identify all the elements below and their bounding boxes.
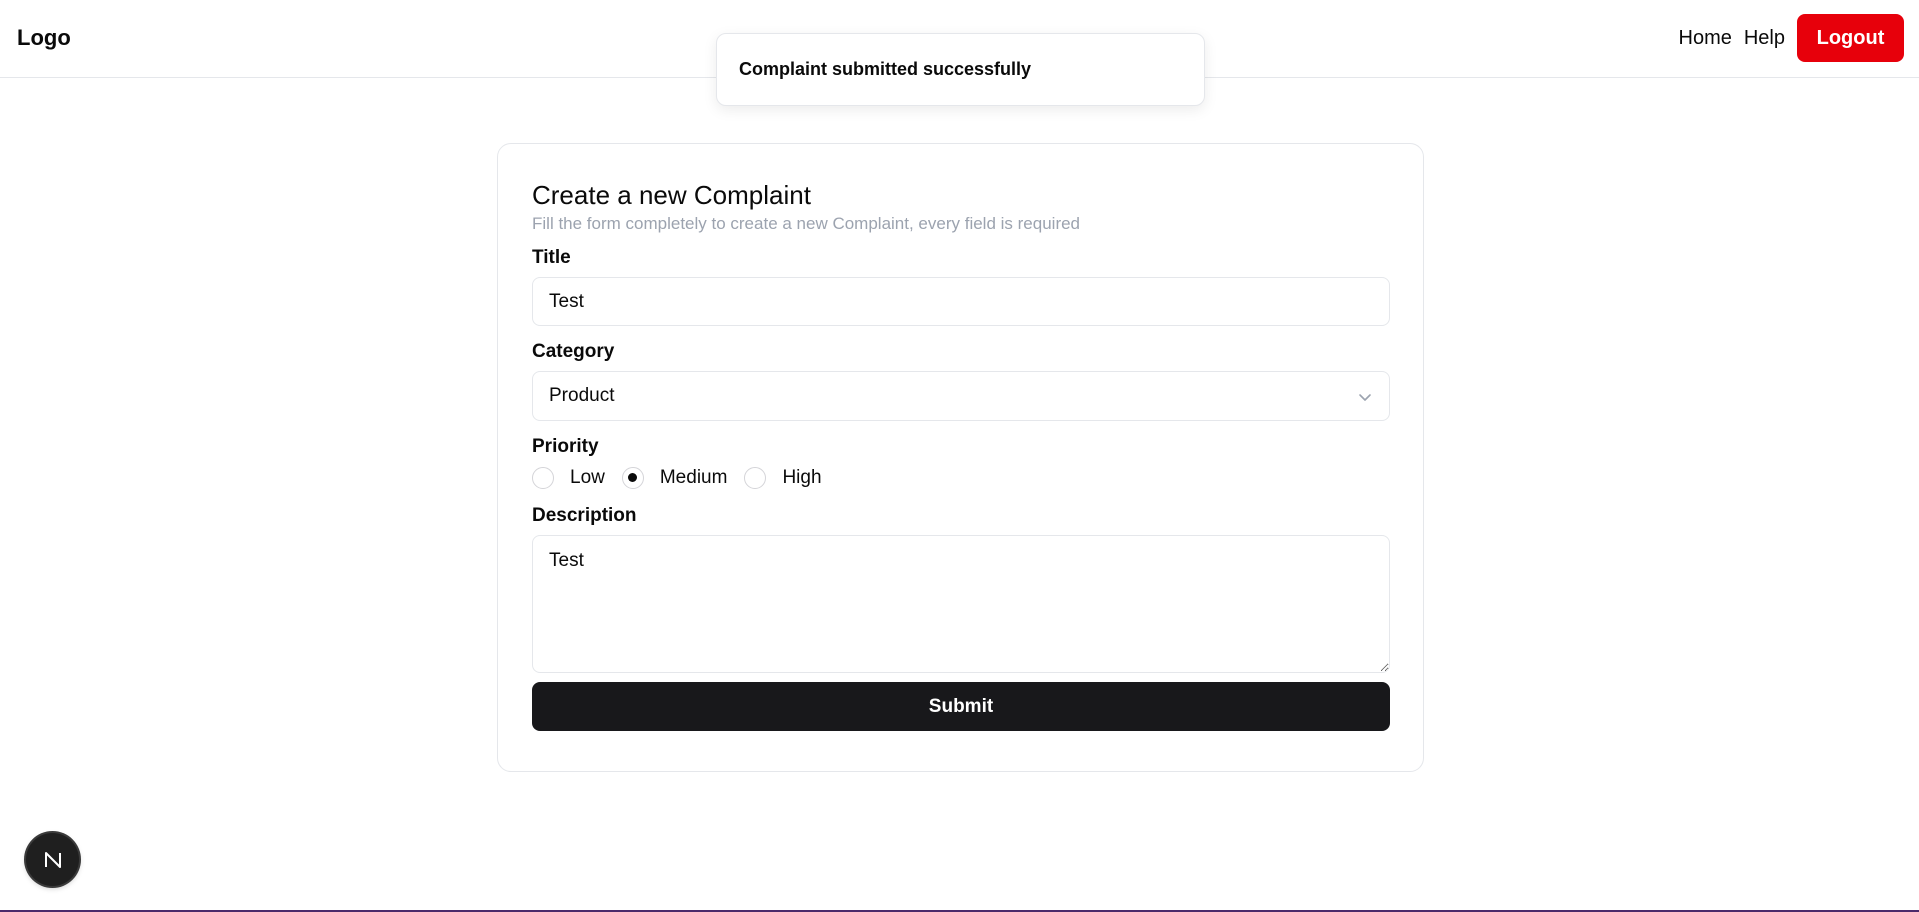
nav-help-link[interactable]: Help [1744, 27, 1785, 50]
complaint-form: Create a new Complaint Fill the form com… [532, 180, 1390, 732]
category-selected-value: Product [549, 385, 615, 407]
priority-label: Priority [532, 436, 599, 458]
priority-option-medium[interactable]: Medium [621, 467, 728, 490]
priority-option-high[interactable]: High [744, 467, 822, 490]
category-select[interactable]: Product [532, 371, 1390, 422]
description-label: Description [532, 505, 637, 527]
priority-radio-group: Low Medium High [532, 466, 1390, 490]
priority-high-label: High [782, 467, 822, 489]
nav-menu: Home Help Logout [1679, 14, 1904, 62]
form-title: Create a new Complaint [532, 180, 811, 210]
nav-home-link[interactable]: Home [1679, 27, 1732, 50]
form-subtitle: Fill the form completely to create a new… [532, 214, 1081, 234]
chevron-down-icon [1359, 394, 1371, 401]
toast-message: Complaint submitted successfully [739, 59, 1032, 79]
n-logo-icon [44, 851, 61, 868]
priority-medium-label: Medium [659, 467, 728, 489]
page: Logo Home Help Logout Complaint submitte… [0, 0, 1919, 912]
title-label: Title [532, 247, 571, 269]
radio-medium[interactable] [621, 467, 644, 490]
radio-low[interactable] [532, 467, 554, 490]
success-toast: Complaint submitted successfully [716, 33, 1205, 106]
submit-button[interactable]: Submit [532, 682, 1390, 732]
logo[interactable]: Logo [17, 25, 71, 51]
complaint-form-card: Create a new Complaint Fill the form com… [497, 143, 1424, 772]
priority-option-low[interactable]: Low [532, 467, 605, 490]
nextjs-dev-badge[interactable] [26, 833, 79, 886]
logout-button[interactable]: Logout [1797, 14, 1904, 62]
priority-low-label: Low [570, 467, 605, 489]
category-label: Category [532, 341, 615, 363]
title-input[interactable] [532, 277, 1390, 327]
description-textarea[interactable]: Test [532, 535, 1390, 674]
radio-high[interactable] [744, 467, 767, 490]
